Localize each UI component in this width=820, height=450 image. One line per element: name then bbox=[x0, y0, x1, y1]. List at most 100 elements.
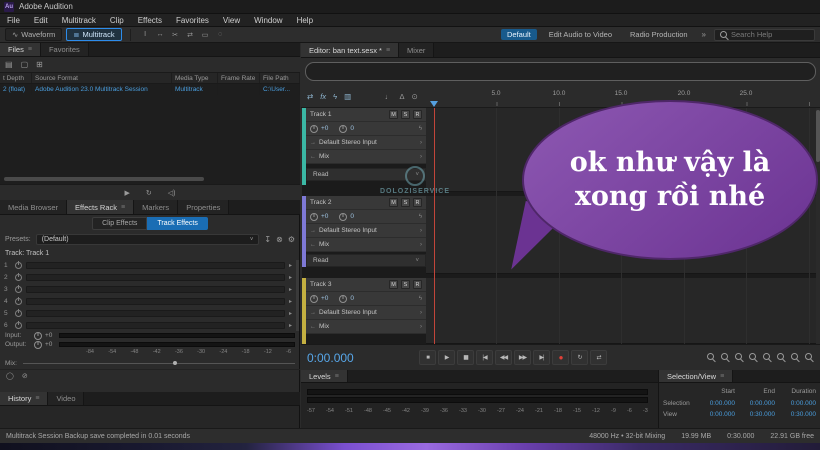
tool-icon[interactable]: ✂ bbox=[169, 28, 182, 41]
chevron-right-icon[interactable]: › bbox=[420, 154, 422, 160]
overflow-chevron-icon[interactable]: » bbox=[702, 30, 706, 39]
speaker-icon[interactable]: ◁) bbox=[168, 189, 176, 197]
chevron-right-icon[interactable]: › bbox=[420, 140, 422, 146]
start-value[interactable]: 0:00.000 bbox=[697, 411, 737, 418]
menubar-item[interactable]: Window bbox=[247, 16, 289, 25]
menubar-item[interactable]: File bbox=[0, 16, 27, 25]
effect-slot-well[interactable] bbox=[26, 286, 285, 293]
mix-slider[interactable] bbox=[23, 363, 295, 364]
tab-history[interactable]: History ≡ bbox=[0, 392, 48, 405]
open-folder-icon[interactable]: ▢ bbox=[21, 60, 29, 69]
output-gain-knob[interactable] bbox=[34, 341, 42, 349]
input-gain-knob[interactable] bbox=[34, 332, 42, 340]
fx-icon[interactable]: fx bbox=[320, 92, 326, 101]
preset-dropdown[interactable]: (Default) ˅ bbox=[36, 234, 260, 245]
menubar-item[interactable]: Effects bbox=[131, 16, 169, 25]
skip-to-end-button[interactable]: ▶| bbox=[533, 350, 550, 365]
panel-menu-icon[interactable]: ≡ bbox=[35, 395, 39, 402]
tab-effects-rack[interactable]: Effects Rack ≡ bbox=[67, 200, 134, 214]
effect-slot-well[interactable] bbox=[26, 262, 285, 269]
track-name[interactable]: Track 3 bbox=[310, 281, 386, 288]
panel-menu-icon[interactable]: ≡ bbox=[720, 373, 724, 380]
tab-properties[interactable]: Properties bbox=[178, 200, 229, 214]
track2-automation-mode[interactable]: Read ˅ bbox=[306, 254, 426, 267]
zoom-out-icon[interactable] bbox=[707, 353, 714, 360]
col-media-type[interactable]: Media Type bbox=[172, 73, 218, 83]
duration-value[interactable]: 0:30.000 bbox=[777, 411, 818, 418]
solo-button[interactable]: S bbox=[401, 110, 410, 119]
snap-icon[interactable]: ⇄ bbox=[307, 92, 313, 101]
automation-icon[interactable]: ϟ bbox=[333, 92, 337, 101]
track-output-selector[interactable]: Mix bbox=[319, 323, 329, 330]
monitor-input-icon[interactable]: ϟ bbox=[419, 126, 422, 132]
mixer-icon[interactable]: ▥ bbox=[344, 92, 351, 101]
record-arm-button[interactable]: R bbox=[413, 280, 422, 289]
col-file-path[interactable]: File Path bbox=[260, 73, 300, 83]
save-preset-icon[interactable]: ↧ bbox=[264, 235, 271, 244]
menubar-item[interactable]: Multitrack bbox=[55, 16, 103, 25]
tool-icon[interactable]: ▭ bbox=[199, 28, 212, 41]
track-effects-tab[interactable]: Track Effects bbox=[147, 217, 207, 230]
rack-power-icon[interactable]: ◯ bbox=[6, 372, 14, 380]
chevron-right-icon[interactable]: ▸ bbox=[289, 274, 292, 281]
chevron-right-icon[interactable]: › bbox=[420, 242, 422, 248]
zoom-in-icon[interactable] bbox=[721, 353, 728, 360]
import-file-icon[interactable]: ▤ bbox=[5, 60, 13, 69]
workspace-tab[interactable]: Edit Audio to Video bbox=[543, 29, 618, 40]
pan-knob[interactable] bbox=[339, 295, 347, 303]
panel-menu-icon[interactable]: ≡ bbox=[386, 47, 390, 54]
chevron-right-icon[interactable]: › bbox=[420, 228, 422, 234]
metronome-icon[interactable]: ♩ bbox=[385, 92, 393, 101]
zoom-full-icon[interactable] bbox=[805, 353, 812, 360]
menubar-item[interactable]: Clip bbox=[103, 16, 131, 25]
chevron-right-icon[interactable]: ▸ bbox=[289, 310, 292, 317]
volume-knob[interactable] bbox=[310, 213, 318, 221]
scrollbar-thumb[interactable] bbox=[816, 110, 820, 162]
duration-value[interactable]: 0:00.000 bbox=[777, 400, 818, 407]
power-icon[interactable] bbox=[15, 286, 22, 293]
record-button[interactable]: ● bbox=[552, 350, 569, 365]
playhead-line[interactable] bbox=[434, 108, 435, 344]
mute-button[interactable]: M bbox=[389, 198, 398, 207]
tab-media-browser[interactable]: Media Browser bbox=[0, 200, 67, 214]
workspace-tab[interactable]: Default bbox=[501, 29, 537, 40]
tab-levels[interactable]: Levels ≡ bbox=[301, 370, 348, 382]
tab-favorites[interactable]: Favorites bbox=[41, 43, 89, 56]
skip-to-start-button[interactable]: |◀ bbox=[476, 350, 493, 365]
chevron-right-icon[interactable]: ▸ bbox=[289, 322, 292, 329]
horizontal-scrollbar[interactable] bbox=[4, 177, 204, 181]
power-icon[interactable] bbox=[15, 310, 22, 317]
search-help-input[interactable] bbox=[731, 30, 809, 39]
menubar-item[interactable]: View bbox=[216, 16, 247, 25]
volume-knob[interactable] bbox=[310, 125, 318, 133]
effect-slot[interactable]: 6 ▸ bbox=[0, 320, 296, 331]
track-output-selector[interactable]: Mix bbox=[319, 241, 329, 248]
delete-preset-icon[interactable]: ⊗ bbox=[276, 235, 283, 244]
menubar-item[interactable]: Favorites bbox=[169, 16, 216, 25]
menubar-item[interactable]: Help bbox=[290, 16, 320, 25]
record-arm-button[interactable]: R bbox=[413, 110, 422, 119]
track-output-selector[interactable]: Mix bbox=[319, 153, 329, 160]
track-name[interactable]: Track 1 bbox=[310, 111, 386, 118]
tab-files[interactable]: Files ≡ bbox=[0, 43, 41, 56]
tab-selection-view[interactable]: Selection/View ≡ bbox=[659, 370, 733, 382]
workspace-tab[interactable]: Radio Production bbox=[624, 29, 694, 40]
zoom-out-vertical-icon[interactable] bbox=[763, 353, 770, 360]
pan-knob[interactable] bbox=[339, 125, 347, 133]
multitrack-view-button[interactable]: ≣ Multitrack bbox=[66, 28, 121, 41]
track-input-selector[interactable]: Default Stereo Input bbox=[319, 309, 377, 316]
monitor-input-icon[interactable]: ϟ bbox=[419, 214, 422, 220]
zoom-out-horizontal-icon[interactable] bbox=[735, 353, 742, 360]
zoom-selection-icon[interactable] bbox=[791, 353, 798, 360]
transport-time[interactable]: 0:00.000 bbox=[307, 351, 354, 365]
mute-button[interactable]: M bbox=[389, 110, 398, 119]
fast-forward-button[interactable]: ▶▶ bbox=[514, 350, 531, 365]
clip-effects-tab[interactable]: Clip Effects bbox=[92, 217, 147, 230]
stop-button[interactable]: ■ bbox=[419, 350, 436, 365]
tool-icon[interactable]: ◌ bbox=[214, 28, 227, 41]
effect-slot-well[interactable] bbox=[26, 310, 285, 317]
end-value[interactable]: 0:00.000 bbox=[737, 400, 777, 407]
power-icon[interactable] bbox=[15, 262, 22, 269]
effect-slot-well[interactable] bbox=[26, 274, 285, 281]
solo-button[interactable]: S bbox=[401, 198, 410, 207]
